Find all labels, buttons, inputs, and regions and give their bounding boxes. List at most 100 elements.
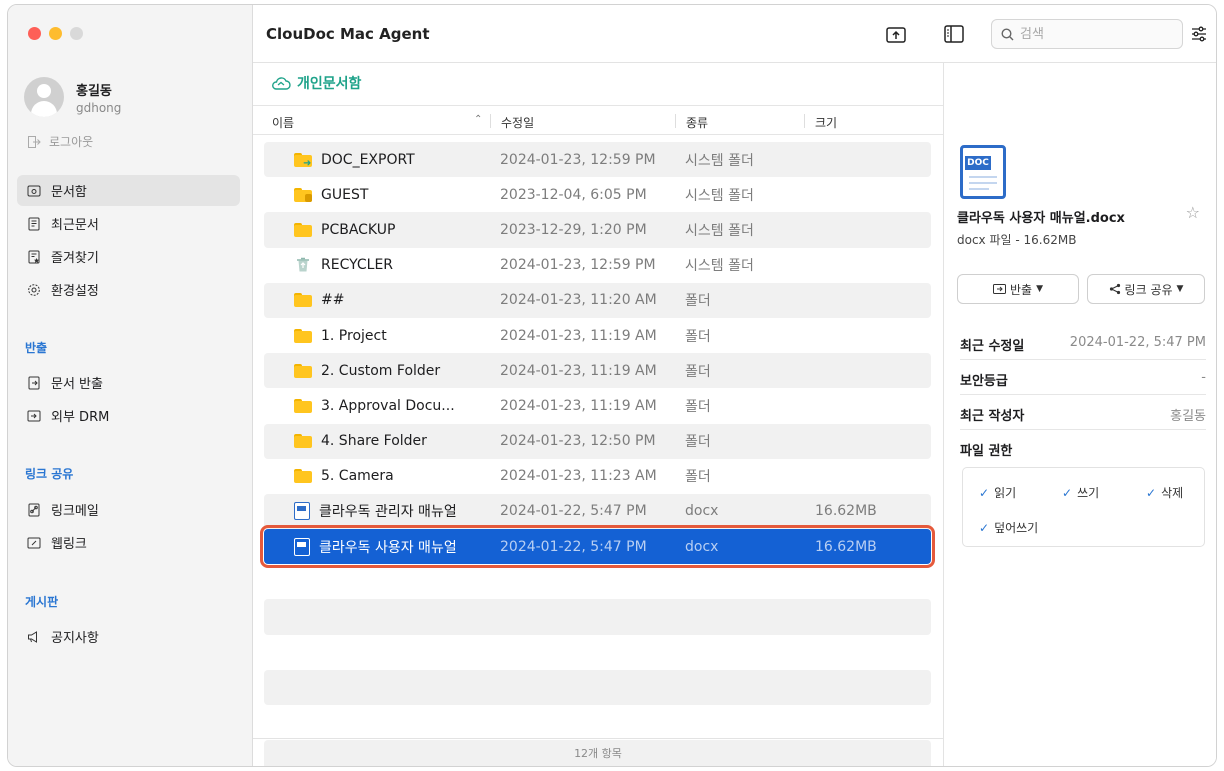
- file-type: 폴더: [685, 398, 711, 415]
- table-row[interactable]: 3. Approval Docu... 2024-01-23, 11:19 AM…: [264, 388, 931, 423]
- location-label: 개인문서함: [297, 76, 362, 92]
- link-mail-icon: [28, 503, 40, 516]
- field-value: -: [1201, 370, 1206, 385]
- sidebar-item-label: 링크메일: [51, 504, 99, 519]
- table-row[interactable]: 클라우독 관리자 매뉴얼 2024-01-22, 5:47 PM docx 16…: [264, 493, 931, 530]
- table-row[interactable]: PCBACKUP 2023-12-29, 1:20 PM 시스템 폴더: [264, 212, 931, 248]
- folder-icon: [294, 222, 312, 237]
- link-share-button[interactable]: 링크 공유 ▼: [1087, 274, 1205, 304]
- search-box[interactable]: [991, 19, 1183, 49]
- sliders-icon: [1192, 26, 1206, 42]
- file-date: 2024-01-23, 12:59 PM: [500, 257, 656, 274]
- docx-icon: [294, 502, 310, 521]
- file-type: 폴더: [685, 363, 711, 380]
- upload-icon: [886, 27, 906, 43]
- sidebar-item-label: 최근문서: [51, 218, 99, 233]
- column-size[interactable]: 크기: [815, 114, 837, 131]
- file-type: 시스템 폴더: [685, 152, 754, 169]
- file-date: 2024-01-23, 11:19 AM: [500, 362, 657, 379]
- check-icon: ✓: [1062, 485, 1073, 500]
- file-date: 2024-01-23, 11:19 AM: [500, 327, 657, 344]
- table-row[interactable]: ## 2024-01-23, 11:20 AM 폴더: [264, 282, 931, 318]
- logout-button[interactable]: 로그아웃: [28, 133, 93, 150]
- table-row[interactable]: 2. Custom Folder 2024-01-23, 11:19 AM 폴더: [264, 353, 931, 389]
- empty-row: [264, 669, 931, 705]
- folder-icon: [294, 434, 312, 449]
- chevron-down-icon: ▼: [1036, 284, 1043, 294]
- permission-read: ✓ 읽기: [979, 485, 1017, 501]
- folder-export-icon: ➜: [294, 152, 314, 169]
- search-icon: [1001, 27, 1014, 40]
- sidebar-item-inbox[interactable]: 문서함: [17, 175, 240, 206]
- table-row[interactable]: 1. Project 2024-01-23, 11:19 AM 폴더: [264, 318, 931, 353]
- toolbar: ClouDoc Mac Agent: [253, 5, 1216, 63]
- file-name: PCBACKUP: [321, 221, 396, 238]
- detail-panel: DOC 클라우독 사용자 매뉴얼.docx ☆ docx 파일 - 16.62M…: [943, 63, 1216, 766]
- column-header: 이름 ⌃ 수정일 종류 크기: [253, 105, 943, 135]
- file-name: RECYCLER: [321, 257, 394, 274]
- sidebar-item-label: 웹링크: [51, 537, 87, 552]
- file-name: ##: [321, 292, 345, 309]
- toggle-panel-button[interactable]: [943, 23, 965, 45]
- detail-file-name: 클라우독 사용자 매뉴얼.docx: [957, 211, 1125, 226]
- file-date: 2024-01-22, 5:47 PM: [500, 538, 647, 555]
- file-name: 클라우독 관리자 매뉴얼: [319, 504, 457, 521]
- recent-doc-icon: [28, 217, 40, 230]
- column-type[interactable]: 종류: [686, 114, 708, 131]
- file-name: 2. Custom Folder: [321, 362, 441, 379]
- filter-settings-button[interactable]: [1188, 23, 1210, 45]
- user-name: 홍길동: [76, 84, 112, 99]
- check-icon: ✓: [979, 485, 990, 500]
- file-browser: ClouDoc Mac Agent 개인문서함 이름 ⌃ 수정일: [253, 5, 1216, 766]
- search-input[interactable]: [1020, 26, 1170, 42]
- upload-button[interactable]: [885, 23, 907, 45]
- share-icon: [1109, 283, 1120, 295]
- sidebar-item-link-mail[interactable]: 링크메일: [17, 494, 240, 525]
- table-row[interactable]: 4. Share Folder 2024-01-23, 12:50 PM 폴더: [264, 423, 931, 459]
- export-button[interactable]: 반출 ▼: [957, 274, 1079, 304]
- column-date[interactable]: 수정일: [501, 114, 534, 131]
- section-board-title: 게시판: [25, 595, 59, 609]
- table-row[interactable]: 5. Camera 2024-01-23, 11:23 AM 폴더: [264, 459, 931, 494]
- empty-row: [264, 635, 931, 670]
- file-type: docx: [685, 503, 719, 520]
- file-date: 2024-01-23, 11:20 AM: [500, 292, 657, 309]
- empty-row: [264, 599, 931, 635]
- zoom-window-button[interactable]: [70, 27, 83, 40]
- file-name: 클라우독 사용자 매뉴얼: [319, 539, 457, 556]
- star-icon[interactable]: ☆: [1186, 203, 1200, 222]
- table-row[interactable]: GUEST 2023-12-04, 6:05 PM 시스템 폴더: [264, 177, 931, 212]
- current-location[interactable]: 개인문서함: [271, 73, 361, 93]
- sidebar-item-recent[interactable]: 최근문서: [17, 208, 240, 239]
- file-type: 폴더: [685, 293, 711, 310]
- table-row[interactable]: RECYCLER 2024-01-23, 12:59 PM 시스템 폴더: [264, 248, 931, 283]
- file-date: 2023-12-29, 1:20 PM: [500, 221, 647, 238]
- sidebar-item-web-link[interactable]: 웹링크: [17, 527, 240, 558]
- sidebar-item-settings[interactable]: 환경설정: [17, 274, 240, 305]
- file-size: 16.62MB: [815, 503, 877, 520]
- user-profile: 홍길동 gdhong: [24, 77, 244, 121]
- column-name[interactable]: 이름: [272, 114, 294, 131]
- item-count: 12개 항목: [253, 738, 943, 766]
- logout-icon: [28, 135, 41, 148]
- export-icon: [992, 284, 1006, 294]
- docx-icon: [294, 537, 310, 556]
- sidebar-item-favorites[interactable]: 즐겨찾기: [17, 241, 240, 272]
- sidebar-item-external-drm[interactable]: 외부 DRM: [17, 400, 240, 431]
- logout-label: 로그아웃: [49, 135, 94, 149]
- sidebar-item-label: 외부 DRM: [51, 410, 110, 425]
- table-row[interactable]: ➜ DOC_EXPORT 2024-01-23, 12:59 PM 시스템 폴더: [264, 142, 931, 178]
- close-window-button[interactable]: [28, 27, 41, 40]
- favorite-doc-icon: [28, 250, 40, 263]
- sidebar-item-doc-export[interactable]: 문서 반출: [17, 367, 240, 398]
- sidebar-toggle-icon: [944, 25, 964, 43]
- minimize-window-button[interactable]: [49, 27, 62, 40]
- file-date: 2024-01-23, 11:23 AM: [500, 468, 657, 485]
- field-key: 보안등급: [960, 374, 1008, 389]
- folder-icon: [294, 328, 312, 343]
- file-type: 시스템 폴더: [685, 187, 754, 204]
- file-date: 2023-12-04, 6:05 PM: [500, 186, 647, 203]
- table-row-selected[interactable]: 클라우독 사용자 매뉴얼 2024-01-22, 5:47 PM docx 16…: [260, 525, 935, 569]
- sidebar-item-notice[interactable]: 공지사항: [17, 621, 240, 652]
- sort-ascending-icon[interactable]: ⌃: [474, 114, 482, 125]
